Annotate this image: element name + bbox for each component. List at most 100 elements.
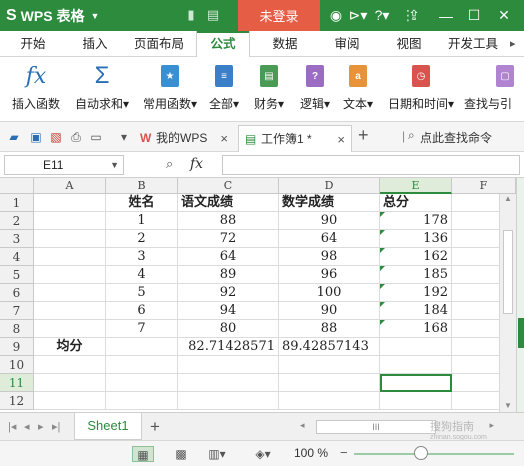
- common-functions-button[interactable]: ★ 常用函数▾: [138, 61, 202, 117]
- cell-c1[interactable]: 语文成绩: [178, 194, 279, 212]
- cell-e7[interactable]: 184: [380, 302, 452, 320]
- cell-c10[interactable]: [178, 356, 279, 374]
- cell-e6[interactable]: 192: [380, 284, 452, 302]
- row-header-8[interactable]: 8: [0, 320, 34, 338]
- cell-d5[interactable]: 96: [279, 266, 380, 284]
- cell-b1[interactable]: 姓名: [106, 194, 178, 212]
- tab-page-layout[interactable]: 页面布局: [128, 31, 190, 57]
- cell-b9[interactable]: [106, 338, 178, 356]
- finance-button[interactable]: ▤ 财务▾: [248, 61, 290, 117]
- scroll-down-icon[interactable]: ▼: [504, 401, 512, 410]
- cell-a12[interactable]: [34, 392, 106, 410]
- tab-data[interactable]: 数据: [262, 31, 308, 57]
- page-layout-view-icon[interactable]: ▥▾: [206, 446, 228, 462]
- reading-mode-icon[interactable]: ◈▾: [252, 446, 274, 462]
- tab-view[interactable]: 视图: [386, 31, 432, 57]
- column-header-d[interactable]: D: [279, 178, 380, 194]
- cell-e12[interactable]: [380, 392, 452, 410]
- search-command-input[interactable]: 点此查找命令: [420, 129, 492, 146]
- row-header-5[interactable]: 5: [0, 266, 34, 284]
- row-header-6[interactable]: 6: [0, 284, 34, 302]
- cell-d4[interactable]: 98: [279, 248, 380, 266]
- text-functions-button[interactable]: a 文本▾: [338, 61, 378, 117]
- cell-e8[interactable]: 168: [380, 320, 452, 338]
- open-folder-icon[interactable]: ▰: [6, 129, 22, 145]
- restore-layout-icon[interactable]: ⇪: [400, 0, 428, 31]
- cell-e9[interactable]: [380, 338, 452, 356]
- doc-icon[interactable]: ▮: [183, 7, 199, 23]
- ribbon-scroll-icon[interactable]: ▸: [510, 37, 516, 50]
- column-header-e[interactable]: E: [380, 178, 452, 194]
- cloud-doc-icon[interactable]: ▤: [205, 7, 221, 23]
- logic-button[interactable]: ? 逻辑▾: [294, 61, 336, 117]
- cell-b4[interactable]: 3: [106, 248, 178, 266]
- column-header-c[interactable]: C: [178, 178, 279, 194]
- zoom-search-icon[interactable]: ⌕: [166, 156, 173, 172]
- row-header-7[interactable]: 7: [0, 302, 34, 320]
- cell-c6[interactable]: 92: [178, 284, 279, 302]
- cell-a9[interactable]: 均分: [34, 338, 106, 356]
- sheet-tab-sheet1[interactable]: Sheet1: [74, 413, 142, 440]
- search-icon[interactable]: ⌕: [408, 128, 415, 143]
- cell-a3[interactable]: [34, 230, 106, 248]
- cell-c8[interactable]: 80: [178, 320, 279, 338]
- column-header-b[interactable]: B: [106, 178, 178, 194]
- autosum-button[interactable]: Σ 自动求和▾: [70, 61, 134, 117]
- cell-b3[interactable]: 2: [106, 230, 178, 248]
- vertical-scroll-thumb[interactable]: [503, 230, 513, 314]
- next-sheet-icon[interactable]: ▸: [38, 420, 44, 433]
- cell-a11[interactable]: [34, 374, 106, 392]
- app-menu-button[interactable]: S WPS 表格 ▼: [0, 0, 120, 31]
- chevron-down-icon[interactable]: ▼: [110, 156, 119, 174]
- tab-start[interactable]: 开始: [10, 31, 56, 57]
- date-time-button[interactable]: ◷ 日期和时间▾: [382, 61, 460, 117]
- page-break-view-icon[interactable]: ▩: [170, 446, 192, 462]
- cell-e5[interactable]: 185: [380, 266, 452, 284]
- cell-a4[interactable]: [34, 248, 106, 266]
- cell-a7[interactable]: [34, 302, 106, 320]
- cell-d11[interactable]: [279, 374, 380, 392]
- column-header-a[interactable]: A: [34, 178, 106, 194]
- save-icon[interactable]: ▣: [28, 129, 44, 145]
- export-pdf-icon[interactable]: ▧: [48, 129, 64, 145]
- cell-a2[interactable]: [34, 212, 106, 230]
- cell-e10[interactable]: [380, 356, 452, 374]
- fx-label[interactable]: fx: [190, 156, 203, 172]
- scroll-right-icon[interactable]: ▸: [489, 420, 494, 431]
- first-sheet-icon[interactable]: |◂: [8, 420, 16, 433]
- row-header-11[interactable]: 11: [0, 374, 34, 392]
- cell-b7[interactable]: 6: [106, 302, 178, 320]
- cell-e2[interactable]: 178: [380, 212, 452, 230]
- cell-a1[interactable]: [34, 194, 106, 212]
- row-header-2[interactable]: 2: [0, 212, 34, 230]
- name-box[interactable]: E11 ▼: [4, 155, 124, 175]
- select-all-corner[interactable]: [0, 178, 34, 194]
- cell-c12[interactable]: [178, 392, 279, 410]
- cell-d1[interactable]: 数学成绩: [279, 194, 380, 212]
- lookup-button[interactable]: ▢ 查找与引: [462, 61, 524, 117]
- tab-review[interactable]: 审阅: [324, 31, 370, 57]
- vertical-scrollbar[interactable]: ▲ ▼: [499, 194, 516, 412]
- doc-tab-workbook[interactable]: ▤ 工作簿1 * ×: [238, 125, 352, 152]
- cell-b5[interactable]: 4: [106, 266, 178, 284]
- cell-a8[interactable]: [34, 320, 106, 338]
- cell-d2[interactable]: 90: [279, 212, 380, 230]
- minimize-icon[interactable]: —: [432, 0, 460, 31]
- cell-a6[interactable]: [34, 284, 106, 302]
- cell-d9[interactable]: 89.42857143: [279, 338, 380, 356]
- close-tab-icon[interactable]: ×: [337, 126, 345, 153]
- print-preview-icon[interactable]: ⎙: [68, 129, 84, 145]
- cell-c5[interactable]: 89: [178, 266, 279, 284]
- cell-e4[interactable]: 162: [380, 248, 452, 266]
- close-tab-icon[interactable]: ×: [220, 125, 228, 152]
- cell-c2[interactable]: 88: [178, 212, 279, 230]
- scroll-up-icon[interactable]: ▲: [504, 194, 512, 203]
- cell-d6[interactable]: 100: [279, 284, 380, 302]
- row-header-1[interactable]: 1: [0, 194, 34, 212]
- cell-b2[interactable]: 1: [106, 212, 178, 230]
- zoom-slider-knob[interactable]: [414, 446, 428, 460]
- cell-d7[interactable]: 90: [279, 302, 380, 320]
- cell-c11[interactable]: [178, 374, 279, 392]
- scroll-left-icon[interactable]: ◂: [300, 420, 305, 431]
- cell-a10[interactable]: [34, 356, 106, 374]
